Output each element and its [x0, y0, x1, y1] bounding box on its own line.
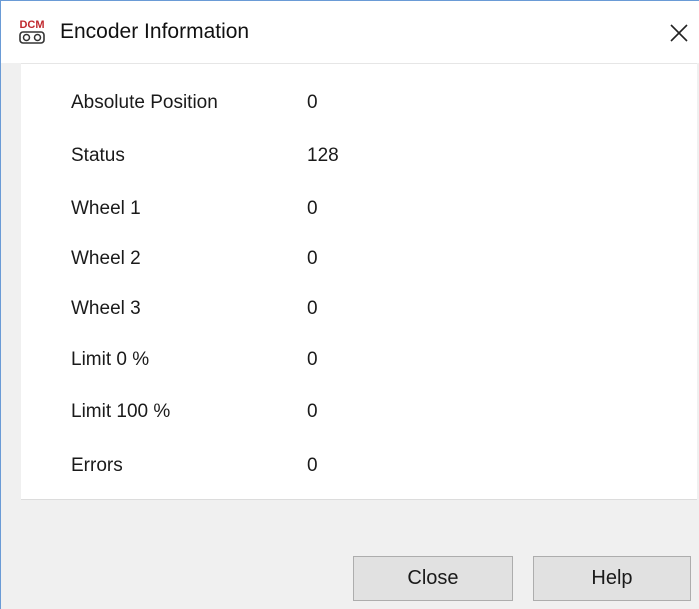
- field-label: Status: [71, 145, 125, 166]
- help-button[interactable]: Help: [533, 556, 691, 601]
- field-label: Absolute Position: [71, 92, 218, 113]
- dcm-app-icon: DCM: [17, 17, 47, 45]
- field-value: 0: [307, 92, 318, 113]
- window-title: Encoder Information: [60, 20, 250, 43]
- field-value: 0: [307, 298, 318, 319]
- field-value: 0: [307, 248, 318, 269]
- field-label: Limit 100 %: [71, 401, 171, 422]
- field-label: Limit 0 %: [71, 349, 150, 370]
- close-button[interactable]: Close: [353, 556, 513, 601]
- field-value: 0: [307, 198, 318, 219]
- field-value: 0: [307, 455, 318, 476]
- field-label: Wheel 2: [71, 248, 141, 269]
- field-value: 0: [307, 401, 318, 422]
- encoder-info-panel: Absolute Position 0 Status 128 Wheel 1 0…: [21, 63, 697, 500]
- field-value: 128: [307, 145, 339, 166]
- close-icon[interactable]: [661, 15, 695, 49]
- field-label: Wheel 1: [71, 198, 141, 219]
- app-icon-text: DCM: [19, 19, 44, 31]
- field-label: Errors: [71, 455, 123, 476]
- field-label: Wheel 3: [71, 298, 141, 319]
- title-bar: DCM Encoder Information: [1, 1, 699, 63]
- field-value: 0: [307, 349, 318, 370]
- encoder-information-dialog: DCM Encoder Information Absolute Positio…: [0, 0, 699, 609]
